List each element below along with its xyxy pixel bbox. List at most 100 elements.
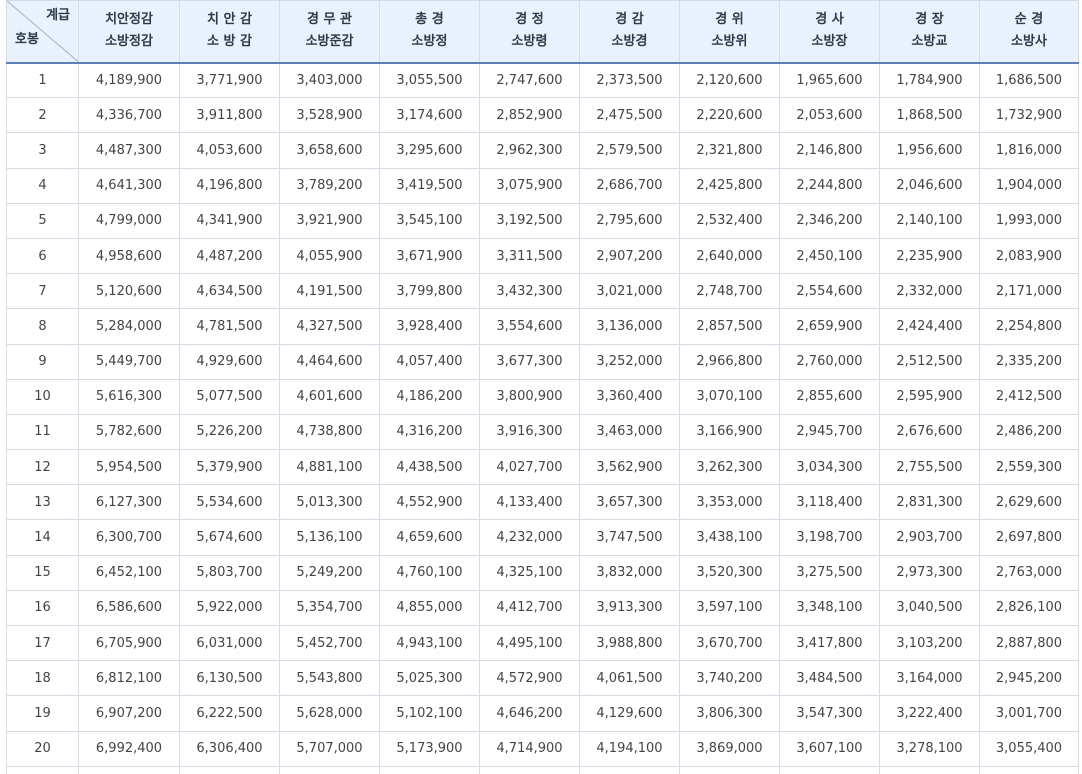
salary-cell: 3,432,300 — [479, 273, 580, 310]
salary-cell: 2,629,600 — [979, 484, 1079, 521]
salary-cell: 4,641,300 — [78, 167, 180, 204]
fire-rank-label: 소방령 — [511, 34, 548, 50]
salary-cell: 6,300,700 — [78, 519, 180, 556]
salary-cell: 2,332,000 — [879, 273, 980, 310]
salary-cell: 4,738,800 — [279, 413, 380, 451]
salary-cell: 3,040,500 — [879, 589, 980, 627]
police-rank-label: 경 무 관 — [307, 12, 352, 28]
table-row: 17 6,705,900 6,031,000 5,452,700 4,943,100 4,… — [6, 624, 1079, 662]
salary-cell: 2,083,900 — [979, 237, 1079, 275]
salary-cell: 2,755,500 — [879, 449, 980, 486]
salary-cell: 1,816,000 — [979, 132, 1079, 169]
salary-cell: 4,958,600 — [78, 237, 180, 275]
salary-cell: 4,572,900 — [479, 660, 580, 697]
salary-cell: 2,450,100 — [779, 237, 880, 275]
salary-cell: 2,532,400 — [679, 202, 780, 239]
salary-cell: 3,658,600 — [279, 132, 380, 169]
salary-cell: 2,424,400 — [879, 308, 980, 345]
salary-cell: 5,013,300 — [279, 484, 380, 521]
salary-cell: 2,235,900 — [879, 237, 980, 275]
salary-cell: 5,226,200 — [179, 413, 280, 451]
salary-cell: 4,659,600 — [379, 519, 480, 556]
salary-cell: 4,129,600 — [579, 695, 680, 732]
salary-cell: 2,254,800 — [979, 308, 1079, 345]
salary-cell: 1,686,500 — [979, 61, 1079, 99]
empty-cell — [679, 765, 780, 774]
salary-cell: 3,747,500 — [579, 519, 680, 556]
step-cell: 1 — [6, 61, 79, 99]
column-header: 순 경 소방사 — [979, 0, 1079, 64]
salary-cell: 3,677,300 — [479, 343, 580, 380]
salary-cell: 3,222,400 — [879, 695, 980, 732]
salary-cell: 2,335,200 — [979, 343, 1079, 380]
table-row: 7 5,120,600 4,634,500 4,191,500 3,799,800 3,4… — [6, 273, 1079, 310]
salary-cell: 3,799,800 — [379, 273, 480, 310]
salary-cell: 3,118,400 — [779, 484, 880, 521]
table-row: 12 5,954,500 5,379,900 4,881,100 4,438,500 4,… — [6, 449, 1079, 486]
step-cell: 14 — [6, 519, 79, 556]
salary-cell: 3,198,700 — [779, 519, 880, 556]
fire-rank-label: 소방경 — [611, 34, 648, 50]
salary-cell: 4,316,200 — [379, 413, 480, 451]
column-header: 경 장 소방교 — [879, 0, 980, 64]
salary-cell: 4,634,500 — [179, 273, 280, 310]
fire-rank-label: 소방정감 — [105, 34, 153, 50]
salary-cell: 4,412,700 — [479, 589, 580, 627]
salary-cell: 3,403,000 — [279, 61, 380, 99]
salary-cell: 2,747,600 — [479, 61, 580, 99]
salary-cell: 4,189,900 — [78, 61, 180, 99]
police-rank-label: 경 장 — [915, 12, 944, 28]
salary-cell: 2,554,600 — [779, 273, 880, 310]
salary-cell: 3,021,000 — [579, 273, 680, 310]
salary-cell: 2,640,000 — [679, 237, 780, 275]
salary-cell: 1,965,600 — [779, 61, 880, 99]
salary-cell: 4,057,400 — [379, 343, 480, 380]
empty-cell — [279, 765, 380, 774]
step-cell: 9 — [6, 343, 79, 380]
step-cell: 15 — [6, 554, 79, 591]
table-row: 9 5,449,700 4,929,600 4,464,600 4,057,400 3,6… — [6, 343, 1079, 380]
salary-cell: 3,789,200 — [279, 167, 380, 204]
salary-cell: 3,275,500 — [779, 554, 880, 591]
salary-cell: 6,992,400 — [78, 730, 180, 767]
step-cell: 3 — [6, 132, 79, 169]
salary-cell: 4,055,900 — [279, 237, 380, 275]
salary-cell: 2,486,200 — [979, 413, 1079, 451]
salary-cell: 3,463,000 — [579, 413, 680, 451]
salary-cell: 2,887,800 — [979, 624, 1079, 662]
salary-cell: 4,855,000 — [379, 589, 480, 627]
salary-cell: 5,173,900 — [379, 730, 480, 767]
salary-cell: 5,674,600 — [179, 519, 280, 556]
salary-cell: 2,966,800 — [679, 343, 780, 380]
salary-cell: 2,595,900 — [879, 378, 980, 415]
table-row: 10 5,616,300 5,077,500 4,601,600 4,186,200 3,… — [6, 378, 1079, 415]
salary-cell: 3,262,300 — [679, 449, 780, 486]
salary-cell: 3,597,100 — [679, 589, 780, 627]
salary-cell: 3,164,000 — [879, 660, 980, 697]
pay-table-container: 계급 호봉 치안정감 소방정감 치 안 감소 방 감경 무 관 소방준감 총 경 소방정 경… — [0, 0, 1082, 774]
step-cell: 4 — [6, 167, 79, 204]
salary-cell: 3,921,900 — [279, 202, 380, 239]
salary-cell: 3,055,500 — [379, 61, 480, 99]
salary-cell: 2,831,300 — [879, 484, 980, 521]
salary-cell: 5,284,000 — [78, 308, 180, 345]
salary-cell: 3,438,100 — [679, 519, 780, 556]
salary-cell: 3,103,200 — [879, 624, 980, 662]
salary-cell: 4,714,900 — [479, 730, 580, 767]
empty-cell — [379, 765, 480, 774]
police-rank-label: 총 경 — [415, 12, 444, 28]
salary-cell: 3,916,300 — [479, 413, 580, 451]
salary-cell: 2,907,200 — [579, 237, 680, 275]
step-label: 호봉 — [15, 31, 39, 47]
salary-cell: 3,607,100 — [779, 730, 880, 767]
salary-cell: 4,232,000 — [479, 519, 580, 556]
salary-cell: 5,452,700 — [279, 624, 380, 662]
salary-cell: 6,586,600 — [78, 589, 180, 627]
police-rank-label: 치 안 감 — [207, 12, 252, 28]
salary-cell: 3,562,900 — [579, 449, 680, 486]
salary-cell: 2,795,600 — [579, 202, 680, 239]
salary-cell: 2,962,300 — [479, 132, 580, 169]
salary-cell: 3,295,600 — [379, 132, 480, 169]
column-header: 총 경 소방정 — [379, 0, 480, 64]
table-row: 5 4,799,000 4,341,900 3,921,900 3,545,100 3,1… — [6, 202, 1079, 239]
